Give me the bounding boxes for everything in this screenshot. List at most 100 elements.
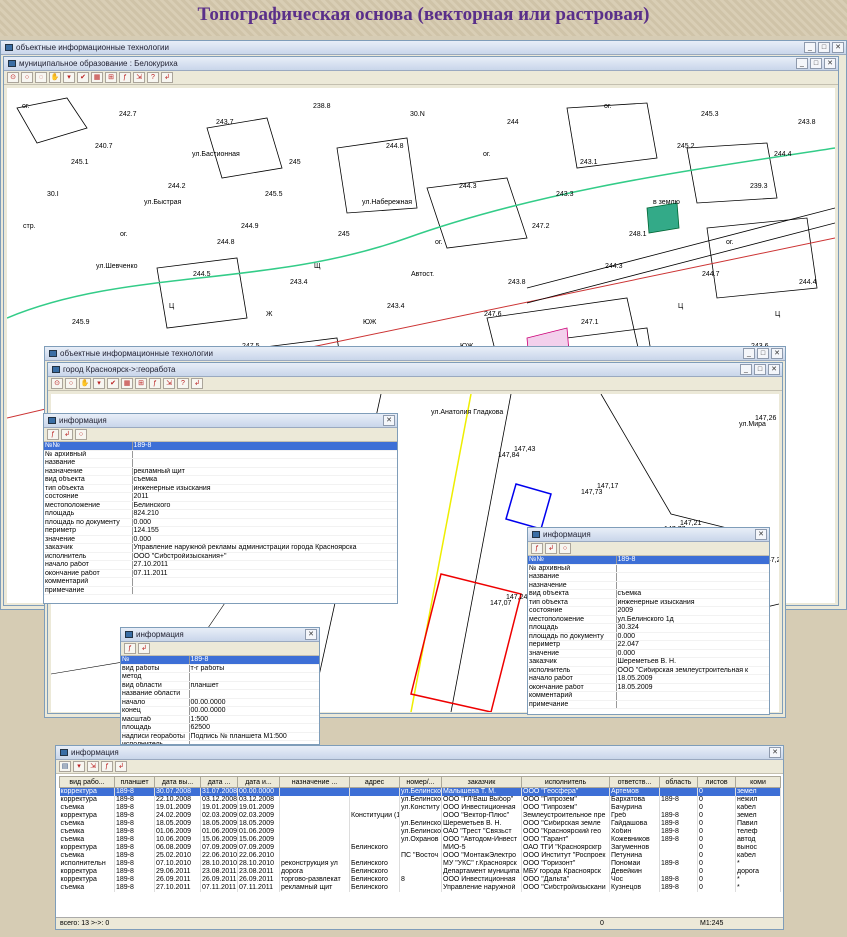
doc2-maximize-button[interactable]: □ <box>754 364 766 375</box>
info-row[interactable]: конец 00.00.0000 <box>121 706 319 716</box>
info-row[interactable]: местоположение Белинского <box>44 501 397 510</box>
doc2-minimize-button[interactable]: _ <box>740 364 752 375</box>
formula-icon[interactable]: ƒ <box>124 643 136 654</box>
help-icon[interactable]: ? <box>177 378 189 389</box>
column-header[interactable]: коми <box>735 776 781 788</box>
minimize-button[interactable]: _ <box>804 42 816 53</box>
info-row[interactable]: окончание работ 18.05.2009 <box>528 683 769 692</box>
return-icon[interactable]: ↲ <box>545 543 557 554</box>
table-row[interactable]: съемка 189-8 27.10.2011 07.11.2011 07.11.201… <box>59 884 781 892</box>
info-row[interactable]: начало работ 27.10.2011 <box>44 560 397 570</box>
table-row[interactable]: корректура 189-8 24.02.2009 02.03.2009 02.03… <box>59 812 781 820</box>
column-header[interactable]: листов <box>697 776 736 788</box>
info-row[interactable]: № архивный <box>528 564 769 573</box>
filter-icon[interactable]: ▾ <box>63 72 75 83</box>
table-row[interactable]: съемка 189-8 10.06.2009 15.06.2009 15.06.200… <box>59 836 781 844</box>
table-row[interactable]: корректура 189-8 26.09.2011 26.09.2011 26.09… <box>59 876 781 884</box>
table-row[interactable]: корректура 189-8 29.06.2011 23.08.2011 23.08… <box>59 868 781 876</box>
info-row[interactable]: назначение <box>528 581 769 590</box>
table-row[interactable]: съемка 189-8 25.02.2010 22.06.2010 22.06.201… <box>59 852 781 860</box>
column-header[interactable]: область <box>659 776 698 788</box>
info-row[interactable]: №№ 189-8 <box>44 442 397 451</box>
info-row[interactable]: периметр 22.047 <box>528 640 769 650</box>
table-row[interactable]: корректура 189-8 30.07.2008 31.07.2008 00.00… <box>59 787 781 796</box>
column-header[interactable]: адрес <box>349 776 400 788</box>
column-header[interactable]: номер/... <box>399 776 442 788</box>
info-row[interactable]: масштаб 1:500 <box>121 715 319 724</box>
info-row[interactable]: заказчик Управление наружной рекламы адми… <box>44 543 397 553</box>
info-row[interactable]: заказчик Шереметьев В. Н. <box>528 657 769 667</box>
info-row[interactable]: площадь по документу 0.000 <box>44 518 397 527</box>
info-row[interactable]: местоположение ул.Белинского 1д <box>528 615 769 624</box>
info-row[interactable]: тип объекта инженерные изыскания <box>528 598 769 607</box>
pan-tool-icon[interactable]: ✋ <box>49 72 61 83</box>
formula-icon[interactable]: ƒ <box>47 429 59 440</box>
close-button[interactable]: ✕ <box>832 42 844 53</box>
column-header[interactable]: вид рабо... <box>59 776 115 788</box>
app2-close-button[interactable]: ✕ <box>771 348 783 359</box>
export-icon[interactable]: ⇲ <box>133 72 145 83</box>
return-icon[interactable]: ↲ <box>61 429 73 440</box>
column-header[interactable]: планшет <box>114 776 155 788</box>
doc1-minimize-button[interactable]: _ <box>796 58 808 69</box>
check-icon[interactable]: ✔ <box>107 378 119 389</box>
info-row[interactable]: примечание <box>44 586 397 595</box>
column-header[interactable]: дата и... <box>237 776 280 788</box>
info-row[interactable]: вид объекта съемка <box>528 589 769 599</box>
table-row[interactable]: корректура 189-8 06.08.2009 07.09.2009 07.09… <box>59 844 781 852</box>
list-icon[interactable]: ▤ <box>59 761 71 772</box>
info-row[interactable]: исполнитель ООО "Сибирская землеустроител… <box>528 666 769 675</box>
export-icon[interactable]: ⇲ <box>87 761 99 772</box>
table-close-button[interactable]: ✕ <box>769 747 781 758</box>
layers-icon[interactable]: ⊞ <box>135 378 147 389</box>
doc1-close-button[interactable]: ✕ <box>824 58 836 69</box>
info-row[interactable]: вид области планшет <box>121 681 319 690</box>
return-icon[interactable]: ↲ <box>138 643 150 654</box>
column-header[interactable]: заказчик <box>441 776 522 788</box>
info-row[interactable]: площадь 30.324 <box>528 623 769 633</box>
app2-maximize-button[interactable]: □ <box>757 348 769 359</box>
doc2-close-button[interactable]: ✕ <box>768 364 780 375</box>
column-header[interactable]: ответств... <box>609 776 660 788</box>
info1-close-button[interactable]: ✕ <box>383 415 395 426</box>
table-row[interactable]: съемка 189-8 18.05.2009 18.05.2009 18.05.200… <box>59 820 781 828</box>
circle-tool-icon[interactable]: ◌ <box>35 72 47 83</box>
info-row[interactable]: площадь по документу 0.000 <box>528 632 769 641</box>
info-row[interactable]: надписи геоработы Подпись № планшета М1:5… <box>121 732 319 741</box>
return-icon[interactable]: ↲ <box>115 761 127 772</box>
info-row[interactable]: начало 00.00.0000 <box>121 698 319 707</box>
info-row[interactable]: состояние 2011 <box>44 492 397 502</box>
point-tool-icon[interactable]: ○ <box>21 72 33 83</box>
table-row[interactable]: корректура 189-8 22.10.2008 03.12.2008 03.12… <box>59 796 781 804</box>
column-header[interactable]: дата вы... <box>154 776 201 788</box>
info-row[interactable]: значение 0.000 <box>528 649 769 658</box>
point-tool-icon[interactable]: ○ <box>559 543 571 554</box>
info-row[interactable]: состояние 2009 <box>528 606 769 616</box>
info-row[interactable]: начало работ 18.05.2009 <box>528 674 769 684</box>
column-header[interactable]: исполнитель <box>521 776 610 788</box>
info-row[interactable]: тип объекта инженерные изыскания <box>44 484 397 493</box>
info-row[interactable]: название <box>528 572 769 582</box>
info-row[interactable]: исполнитель ООО "Сибстройизыскания+" <box>44 552 397 561</box>
info-row[interactable]: значение 0.000 <box>44 535 397 544</box>
formula-icon[interactable]: ƒ <box>149 378 161 389</box>
formula-icon[interactable]: ƒ <box>119 72 131 83</box>
info-row[interactable]: № архивный <box>44 450 397 459</box>
select-tool-icon[interactable]: ⊙ <box>7 72 19 83</box>
return-icon[interactable]: ↲ <box>191 378 203 389</box>
info-row[interactable]: окончание работ 07.11.2011 <box>44 569 397 578</box>
formula-icon[interactable]: ƒ <box>101 761 113 772</box>
info2-close-button[interactable]: ✕ <box>755 529 767 540</box>
pan-tool-icon[interactable]: ✋ <box>79 378 91 389</box>
point-tool-icon[interactable]: ○ <box>65 378 77 389</box>
table-scroll[interactable]: вид рабо... планшет дата вы... дата ... дата… <box>59 776 781 917</box>
column-header[interactable]: назначение ... <box>279 776 350 788</box>
info-row[interactable]: вид объекта съемка <box>44 475 397 485</box>
doc1-maximize-button[interactable]: □ <box>810 58 822 69</box>
table-row[interactable]: съемка 189-8 19.01.2009 19.01.2009 19.01.200… <box>59 804 781 812</box>
info-row[interactable]: метод <box>121 672 319 682</box>
help-icon[interactable]: ? <box>147 72 159 83</box>
info-row[interactable]: комментарий <box>44 577 397 587</box>
app2-minimize-button[interactable]: _ <box>743 348 755 359</box>
column-header[interactable]: дата ... <box>200 776 238 788</box>
